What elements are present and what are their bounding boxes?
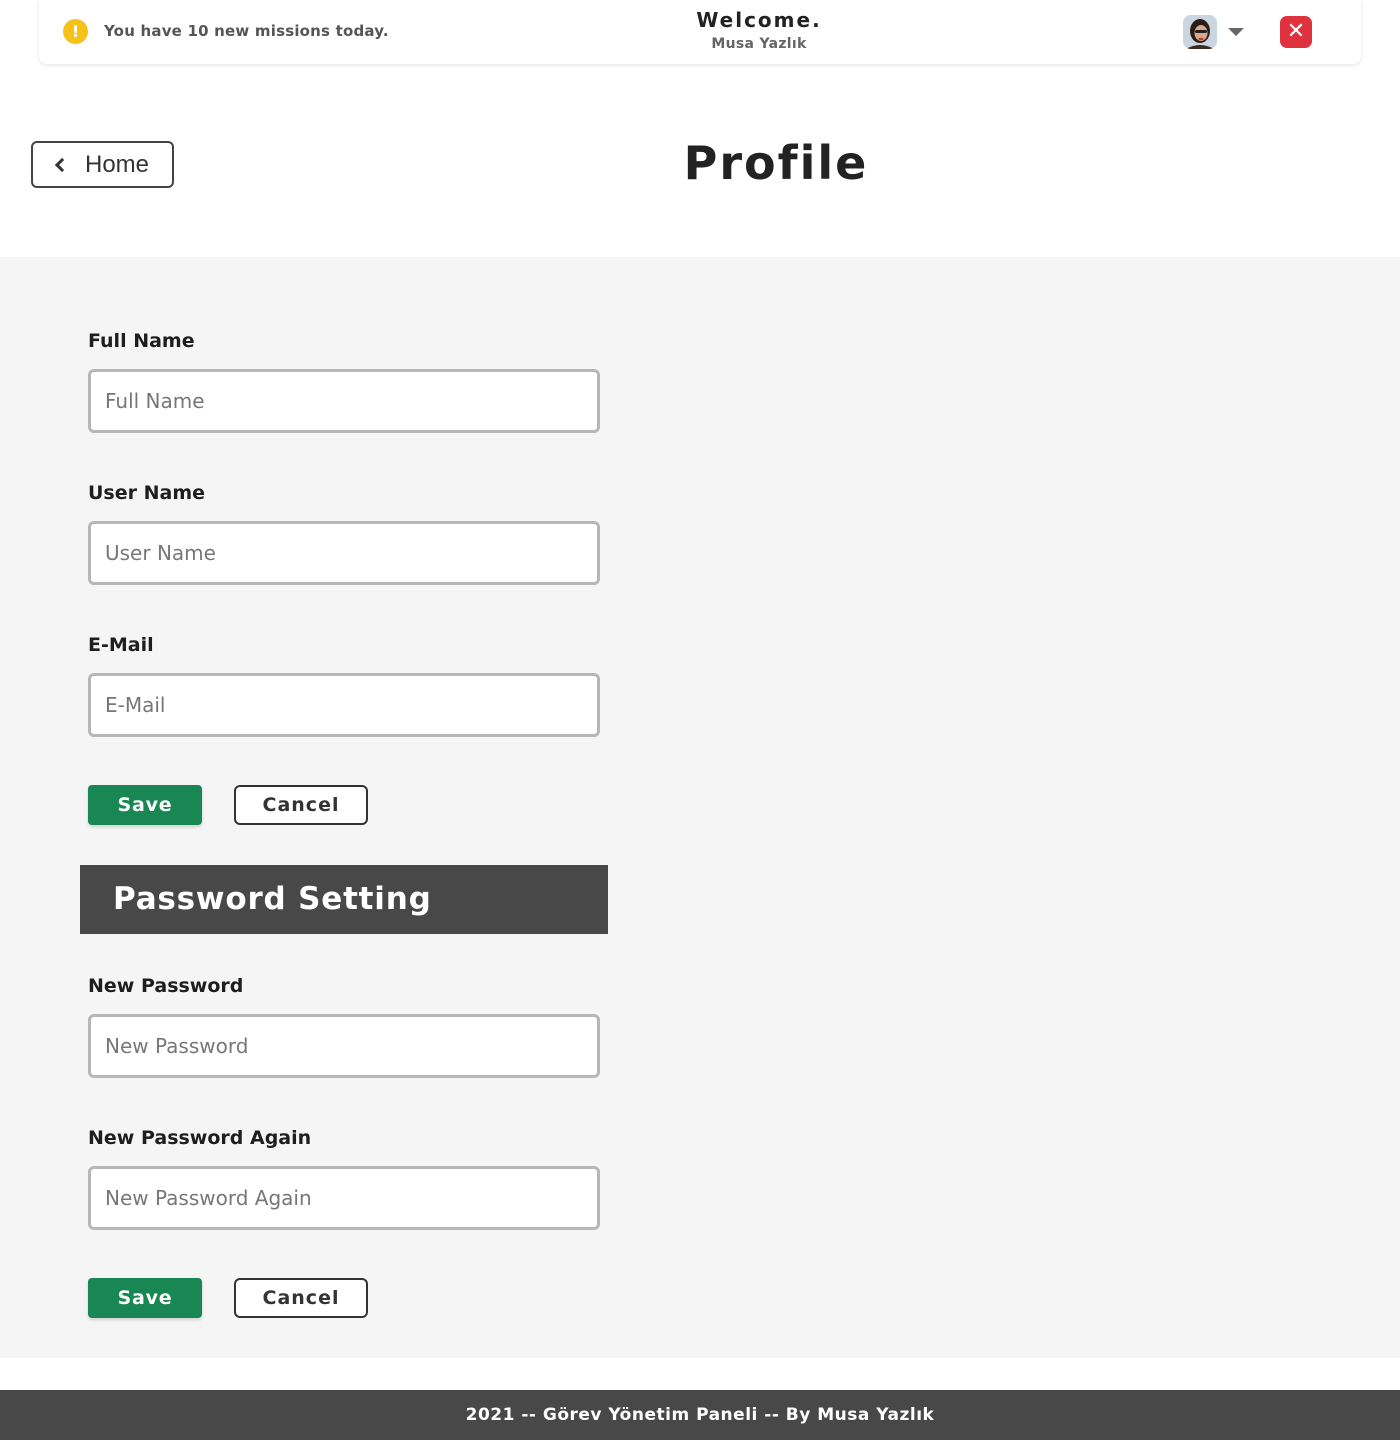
email-input[interactable] [88,673,600,737]
chevron-left-icon [54,157,70,172]
profile-panel: Full Name User Name E-Mail Save Cancel P… [0,257,1400,1358]
password-section-heading: Password Setting [80,865,608,934]
full-name-input[interactable] [88,369,600,433]
avatar[interactable] [1183,15,1217,49]
missions-alert-text: You have 10 new missions today. [104,22,389,40]
new-password-input[interactable] [88,1014,600,1078]
new-password-again-label: New Password Again [88,1127,312,1149]
profile-save-button[interactable]: Save [88,785,202,825]
password-save-button[interactable]: Save [88,1278,202,1318]
welcome-user-name: Musa Yazlık [711,36,807,52]
warning-icon: ! [63,19,88,44]
home-button[interactable]: Home [31,141,174,188]
email-label: E-Mail [88,634,154,656]
page-title: Profile [683,136,869,190]
footer-text: 2021 -- Görev Yönetim Paneli -- By Musa … [465,1405,935,1425]
footer: 2021 -- Görev Yönetim Paneli -- By Musa … [0,1390,1400,1440]
full-name-label: Full Name [88,330,195,352]
welcome-title: Welcome. [696,8,822,32]
welcome-block: Welcome. Musa Yazlık [599,8,919,52]
user-name-label: User Name [88,482,206,504]
chevron-down-icon[interactable] [1228,28,1244,36]
top-notification-bar: ! You have 10 new missions today. Welcom… [39,0,1361,64]
profile-cancel-button[interactable]: Cancel [234,785,368,825]
user-name-input[interactable] [88,521,600,585]
password-cancel-button[interactable]: Cancel [234,1278,368,1318]
new-password-label: New Password [88,975,244,997]
home-button-label: Home [85,150,150,178]
close-icon[interactable]: ✕ [1280,16,1312,48]
new-password-again-input[interactable] [88,1166,600,1230]
